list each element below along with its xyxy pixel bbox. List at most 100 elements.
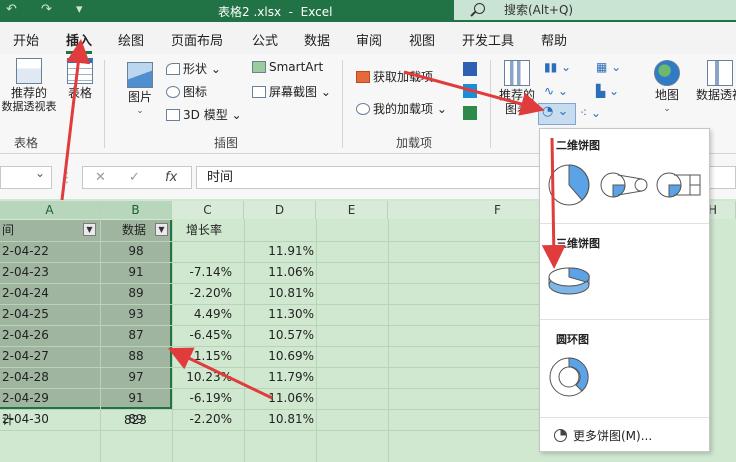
tab-review[interactable]: 审阅 — [356, 30, 382, 49]
maps-button[interactable]: 地图 ⌄ — [648, 60, 686, 116]
cell-b-header[interactable]: 数据 — [122, 220, 146, 240]
cell-a-row[interactable]: 2-04-30 — [2, 409, 98, 429]
cell-a-header[interactable]: 间 — [2, 220, 14, 240]
tab-draw[interactable]: 绘图 — [118, 30, 144, 49]
tab-developer[interactable]: 开发工具 — [462, 30, 514, 49]
cell-d-row[interactable]: 11.79% — [244, 367, 314, 387]
column-header-c[interactable]: C — [172, 201, 244, 219]
tab-page-layout[interactable]: 页面布局 — [171, 30, 223, 49]
cell-b-total[interactable]: 823 — [124, 410, 147, 430]
cell-a-row[interactable]: 2-04-23 — [2, 262, 98, 282]
recommended-pivot-button[interactable]: 推荐的 数据透视表 — [0, 58, 58, 114]
cell-c-row[interactable]: -2.20% — [172, 409, 232, 429]
cell-d-row[interactable]: 11.91% — [244, 241, 314, 261]
cell-b-row[interactable]: 91 — [100, 388, 172, 408]
cell-b-row[interactable]: 91 — [100, 262, 172, 282]
tab-help[interactable]: 帮助 — [541, 30, 567, 49]
statistic-chart-icon[interactable]: ▙ ⌄ — [596, 84, 619, 98]
doughnut-option[interactable] — [546, 355, 592, 399]
cell-c-row[interactable]: -2.20% — [172, 283, 232, 303]
cell-d-row[interactable]: 11.06% — [244, 388, 314, 408]
column-header-e[interactable]: E — [316, 201, 388, 219]
cell-a-row[interactable]: 2-04-28 — [2, 367, 98, 387]
cell-a-row[interactable]: 2-04-25 — [2, 304, 98, 324]
pie-of-pie-option[interactable] — [600, 163, 648, 207]
filter-dropdown-icon[interactable]: ▼ — [83, 223, 96, 236]
hierarchy-chart-icon[interactable]: ▦ ⌄ — [596, 60, 621, 74]
cell-c-row[interactable]: 10.23% — [172, 367, 232, 387]
tab-view[interactable]: 视图 — [409, 30, 435, 49]
cell-a-row[interactable]: 2-04-27 — [2, 346, 98, 366]
smartart-label: SmartArt — [269, 60, 324, 74]
cell-b-row[interactable]: 89 — [100, 283, 172, 303]
column-header-d[interactable]: D — [244, 201, 316, 219]
cell-d-row[interactable]: 10.57% — [244, 325, 314, 345]
cell-b-row[interactable]: 98 — [100, 241, 172, 261]
icons-icon — [166, 86, 180, 98]
scatter-chart-icon[interactable]: ⁖ ⌄ — [580, 106, 601, 120]
more-pie-charts-label: 更多饼图(M)... — [573, 429, 653, 443]
bing-icon[interactable] — [463, 84, 477, 98]
tab-data[interactable]: 数据 — [304, 30, 330, 49]
tab-insert[interactable]: 插入 — [66, 30, 93, 54]
column-chart-icon[interactable]: ▮▮ ⌄ — [544, 60, 571, 74]
tab-formulas[interactable]: 公式 — [252, 30, 278, 49]
column-header-b[interactable]: B — [100, 201, 172, 219]
cell-d-row[interactable]: 10.69% — [244, 346, 314, 366]
cell-c-row[interactable]: 1.15% — [172, 346, 232, 366]
pie-chart-button[interactable]: ◔ ⌄ — [538, 103, 576, 125]
visio-icon[interactable] — [463, 62, 477, 76]
search-box[interactable]: 搜索(Alt+Q) — [454, 0, 736, 20]
get-addins-button[interactable]: 获取加载项 — [356, 68, 433, 85]
pictures-dropdown-icon: ⌄ — [136, 106, 144, 116]
my-addins-label: 我的加载项 — [373, 102, 434, 116]
cell-d-row[interactable]: 10.81% — [244, 283, 314, 303]
cell-a-row[interactable]: 2-04-24 — [2, 283, 98, 303]
cell-b-row[interactable]: 97 — [100, 367, 172, 387]
cancel-icon[interactable]: ✕ — [95, 170, 106, 185]
pie-2d-option[interactable] — [546, 163, 592, 207]
ribbon-separator — [104, 60, 105, 148]
3d-models-button[interactable]: 3D 模型 ⌄ — [166, 106, 242, 123]
cell-a-row[interactable]: 2-04-26 — [2, 325, 98, 345]
cell-a-row[interactable]: 2-04-22 — [2, 241, 98, 261]
cell-d-row[interactable]: 11.06% — [244, 262, 314, 282]
recommended-charts-button[interactable]: 推荐的 图表 — [496, 60, 538, 116]
cell-b-row[interactable]: 93 — [100, 304, 172, 324]
cell-c-row[interactable]: 4.49% — [172, 304, 232, 324]
group-addins-label: 加载项 — [396, 136, 433, 150]
screenshot-button[interactable]: 屏幕截图 ⌄ — [252, 83, 331, 100]
column-header-a[interactable]: A — [0, 201, 100, 219]
enter-icon[interactable]: ✓ — [129, 170, 140, 185]
tab-home[interactable]: 开始 — [13, 30, 39, 49]
3d-models-label: 3D 模型 — [183, 108, 228, 122]
cell-c-row[interactable]: -7.14% — [172, 262, 232, 282]
pictures-button[interactable]: 图片 ⌄ — [120, 62, 160, 118]
pie-3d-option[interactable] — [546, 257, 592, 301]
cell-d-row[interactable]: 10.81% — [244, 409, 314, 429]
cell-d-row[interactable]: 11.30% — [244, 304, 314, 324]
cell-c-row[interactable]: -6.19% — [172, 388, 232, 408]
my-addins-button[interactable]: 我的加载项 ⌄ — [356, 100, 447, 117]
pivot-chart-button[interactable]: 数据透视 — [690, 60, 736, 102]
smartart-button[interactable]: SmartArt — [252, 60, 323, 74]
line-chart-icon[interactable]: ∿ ⌄ — [544, 84, 568, 98]
shapes-button[interactable]: 形状 ⌄ — [166, 60, 221, 77]
name-box[interactable] — [0, 166, 52, 189]
table-button[interactable]: 表格 — [62, 58, 98, 100]
cell-a-row[interactable]: 2-04-29 — [2, 388, 98, 408]
cell-b-row[interactable]: 87 — [100, 325, 172, 345]
quick-access-toolbar[interactable]: ↶ ↷ ▾ — [6, 2, 93, 17]
bar-of-pie-option[interactable] — [656, 163, 702, 207]
cell-a-total[interactable]: 计 — [2, 410, 14, 430]
cell-c-row[interactable] — [172, 241, 232, 261]
cell-c-row[interactable]: -6.45% — [172, 325, 232, 345]
cell-b-row[interactable]: 88 — [100, 346, 172, 366]
icons-button[interactable]: 图标 — [166, 83, 207, 100]
insert-function-icon[interactable]: fx — [165, 170, 177, 185]
people-graph-icon[interactable] — [463, 106, 477, 120]
more-pie-charts-item[interactable]: 更多饼图(M)... — [554, 427, 652, 444]
filter-dropdown-icon[interactable]: ▼ — [155, 223, 168, 236]
cell-c-header[interactable]: 增长率 — [186, 220, 222, 240]
row-gridline — [0, 388, 540, 389]
